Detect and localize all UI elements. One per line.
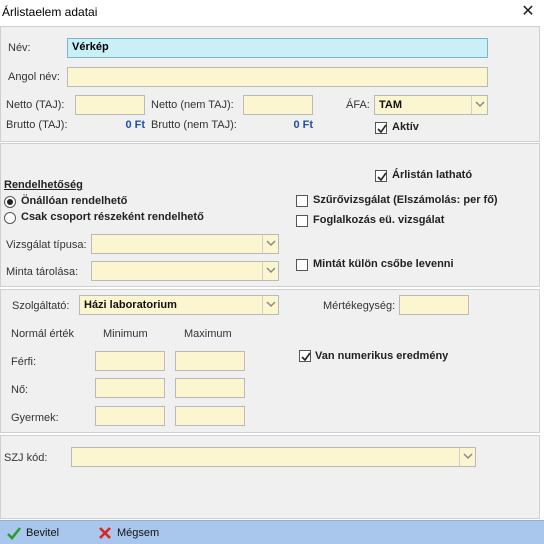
radio-standalone-label: Önállóan rendelhető [21,195,128,207]
unit-input[interactable] [399,295,469,315]
chevron-down-icon[interactable] [471,96,487,114]
max-input[interactable] [175,351,245,371]
gross-taj-value: 0 Ft [125,119,145,131]
radio-standalone[interactable] [4,196,16,208]
numeric-result-label: Van numerikus eredmény [315,350,449,362]
close-icon [99,527,111,539]
max-input[interactable] [175,378,245,398]
provider-label: Szolgáltató: [12,300,70,312]
title-bar: Árlistaelem adatai ✕ [0,0,544,26]
provider-select[interactable]: Házi laboratorium [79,295,279,315]
net-nontaj-label: Netto (nem TAJ): [151,99,234,111]
unit-label: Mértékegység: [323,300,396,312]
szj-select[interactable] [71,447,476,467]
screening-checkbox[interactable] [296,195,308,207]
provider-value: Házi laboratorium [84,299,177,311]
net-taj-input[interactable] [75,95,145,115]
max-header: Maximum [184,328,232,340]
english-name-input[interactable] [67,67,488,87]
radio-group-only-label: Csak csoport részeként rendelhető [21,211,204,223]
chevron-down-icon[interactable] [262,262,278,280]
chevron-down-icon[interactable] [262,235,278,253]
vat-value: TAM [379,99,403,111]
on-pricelist-checkbox[interactable] [375,170,387,182]
active-checkbox[interactable] [375,122,387,134]
exam-type-select[interactable] [91,234,279,254]
range-row-label: Gyermek: [11,412,59,424]
footer-bar: Bevitel Mégsem [0,520,544,544]
szj-label: SZJ kód: [4,452,48,464]
min-header: Minimum [103,328,148,340]
chevron-down-icon[interactable] [459,448,475,466]
vat-label: ÁFA: [346,99,370,111]
cancel-button-label: Mégsem [117,527,160,539]
separate-tube-checkbox[interactable] [296,259,308,271]
range-row-label: Férfi: [11,356,37,368]
min-input[interactable] [95,351,165,371]
occupational-checkbox[interactable] [296,215,308,227]
separate-tube-label: Mintát külön csőbe levenni [313,258,454,270]
exam-type-label: Vizsgálat típusa: [6,239,87,251]
gross-nontaj-value: 0 Ft [293,119,313,131]
on-pricelist-label: Árlistán latható [392,169,473,181]
english-name-label: Angol név: [8,71,60,83]
net-taj-label: Netto (TAJ): [6,99,65,111]
check-icon [7,527,22,540]
range-row-label: Nő: [11,384,29,396]
name-label: Név: [8,42,31,54]
ok-button-label: Bevitel [26,527,60,539]
numeric-result-checkbox[interactable] [299,350,311,362]
window-title: Árlistaelem adatai [2,5,98,19]
active-label: Aktív [392,121,419,133]
chevron-down-icon[interactable] [262,296,278,314]
close-icon[interactable]: ✕ [518,2,538,22]
gross-taj-label: Brutto (TAJ): [6,119,68,131]
sample-storage-label: Minta tárolása: [6,266,79,278]
vat-select[interactable]: TAM [374,95,488,115]
cancel-button[interactable]: Mégsem [97,525,161,541]
min-input[interactable] [95,406,165,426]
ordering-section-title: Rendelhetőség [4,179,83,191]
name-input[interactable]: Vérkép [67,38,488,58]
screening-label: Szűrővizsgálat (Elszámolás: per fő) [313,194,498,206]
ok-button[interactable]: Bevitel [6,525,66,541]
normal-value-label: Normál érték [11,328,74,340]
net-nontaj-input[interactable] [243,95,313,115]
occupational-label: Foglalkozás eü. vizsgálat [313,214,445,226]
max-input[interactable] [175,406,245,426]
min-input[interactable] [95,378,165,398]
sample-storage-select[interactable] [91,261,279,281]
gross-nontaj-label: Brutto (nem TAJ): [151,119,237,131]
radio-group-only[interactable] [4,212,16,224]
